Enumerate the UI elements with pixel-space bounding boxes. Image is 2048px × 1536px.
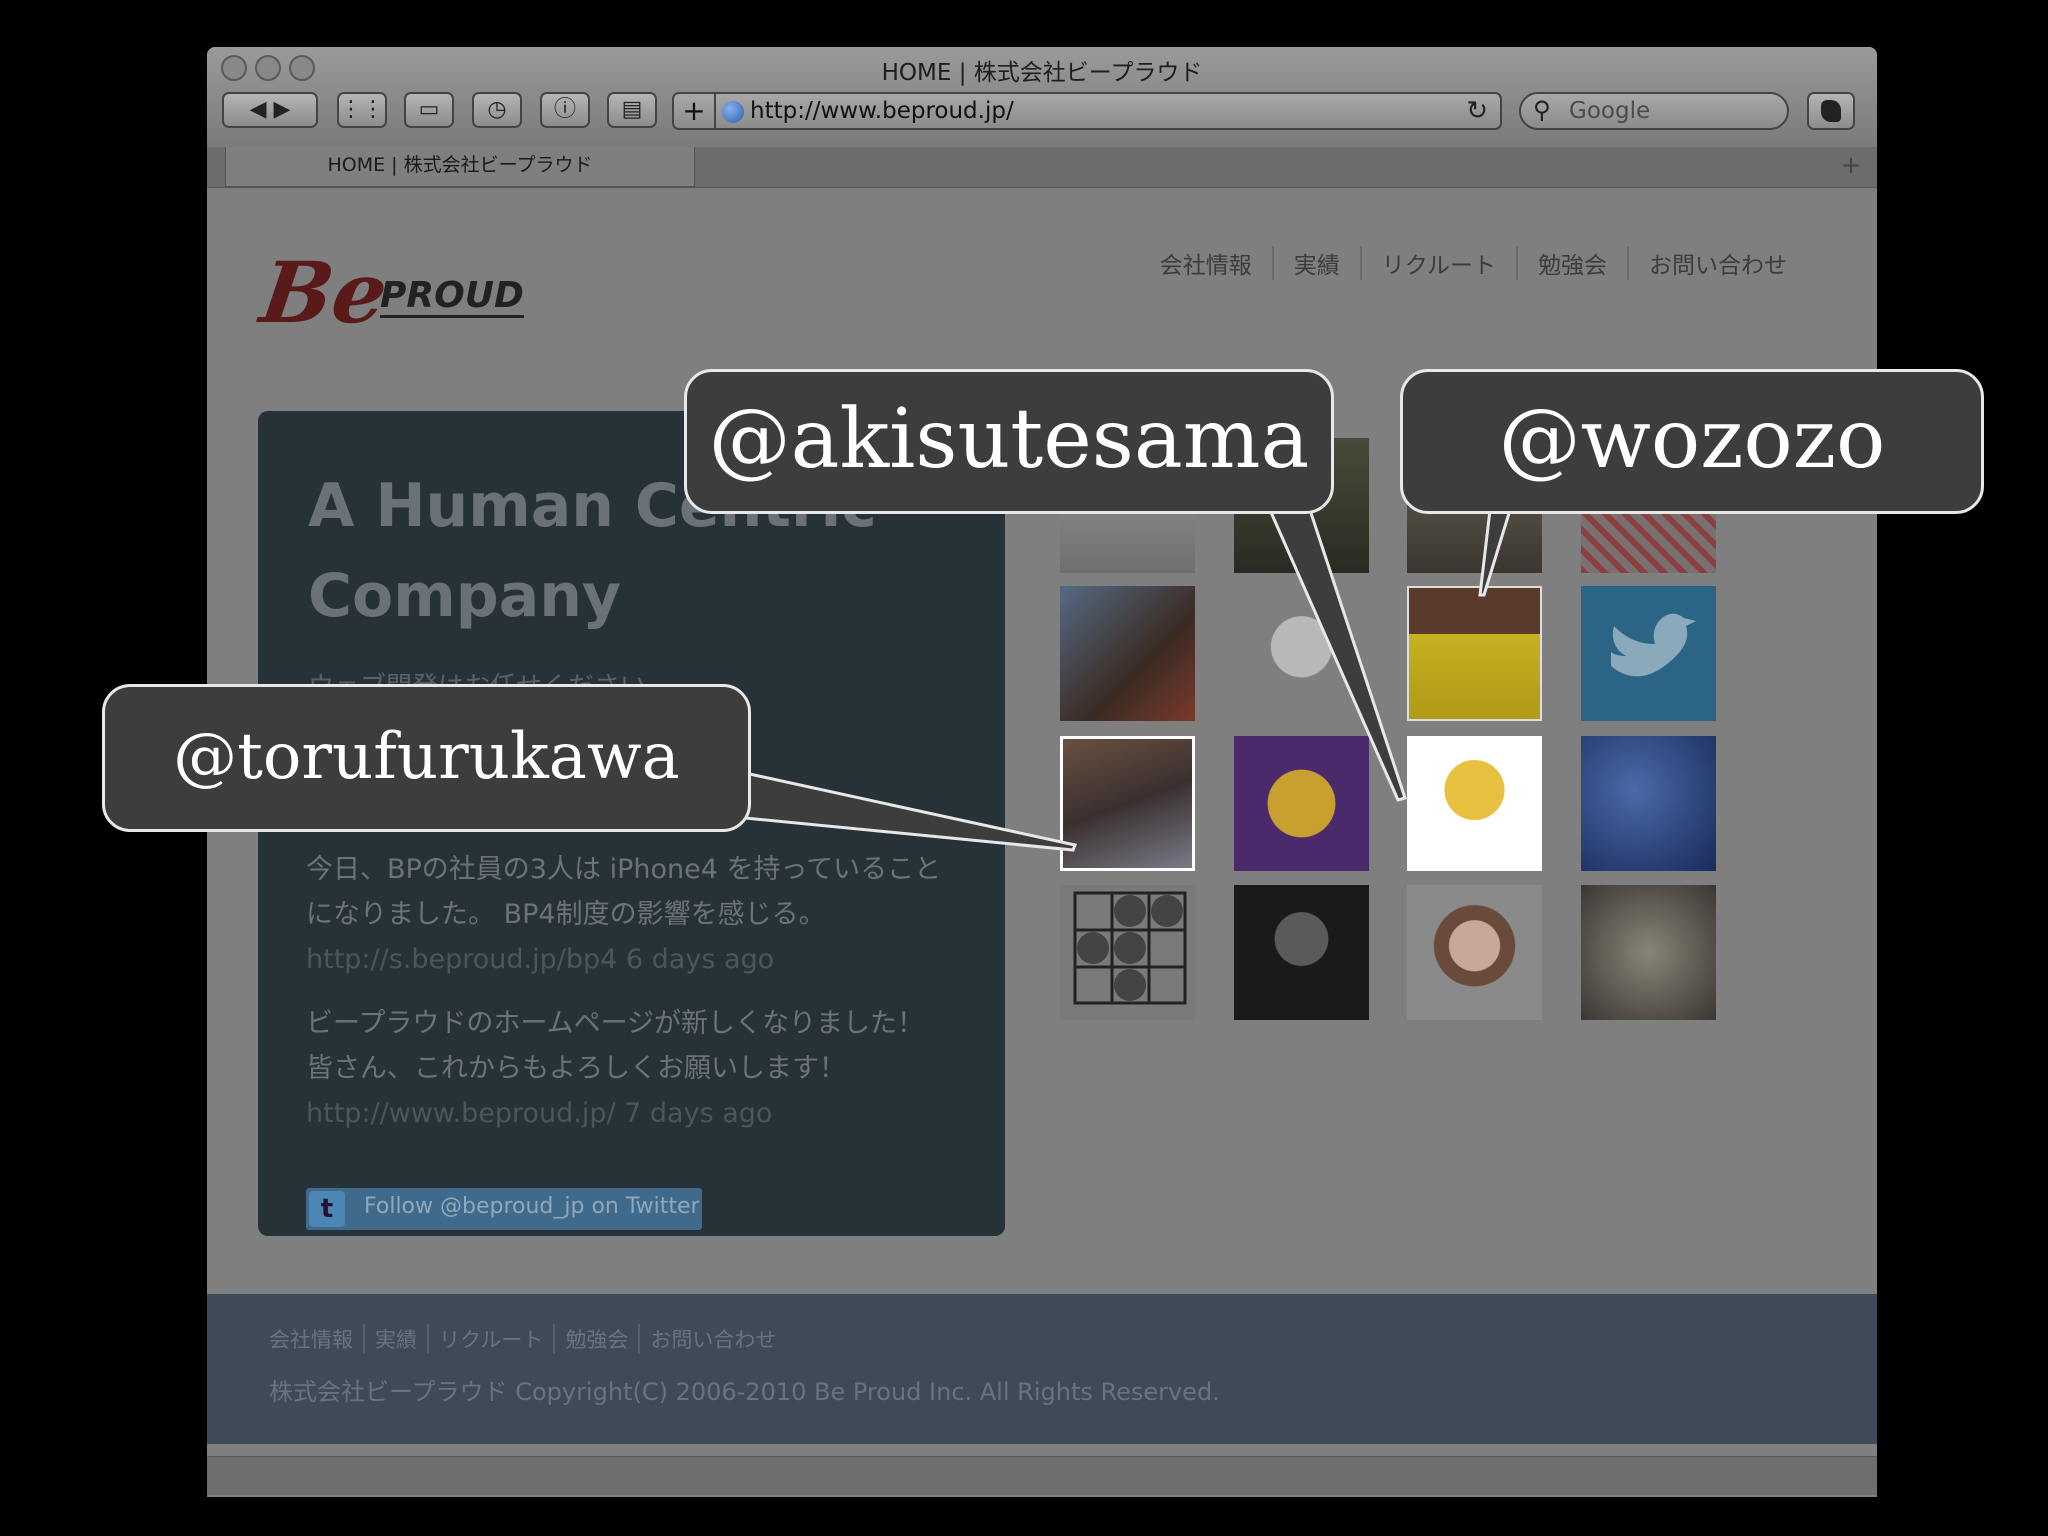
wozozo-pointer xyxy=(1478,508,1513,597)
torufurukawa-pointer xyxy=(743,771,1078,852)
callout-akisutesama: @akisutesama xyxy=(684,369,1334,514)
callout-wozozo: @wozozo xyxy=(1400,369,1984,514)
callout-torufurukawa: @torufurukawa xyxy=(102,684,751,832)
akisutesama-pointer xyxy=(1267,508,1407,802)
